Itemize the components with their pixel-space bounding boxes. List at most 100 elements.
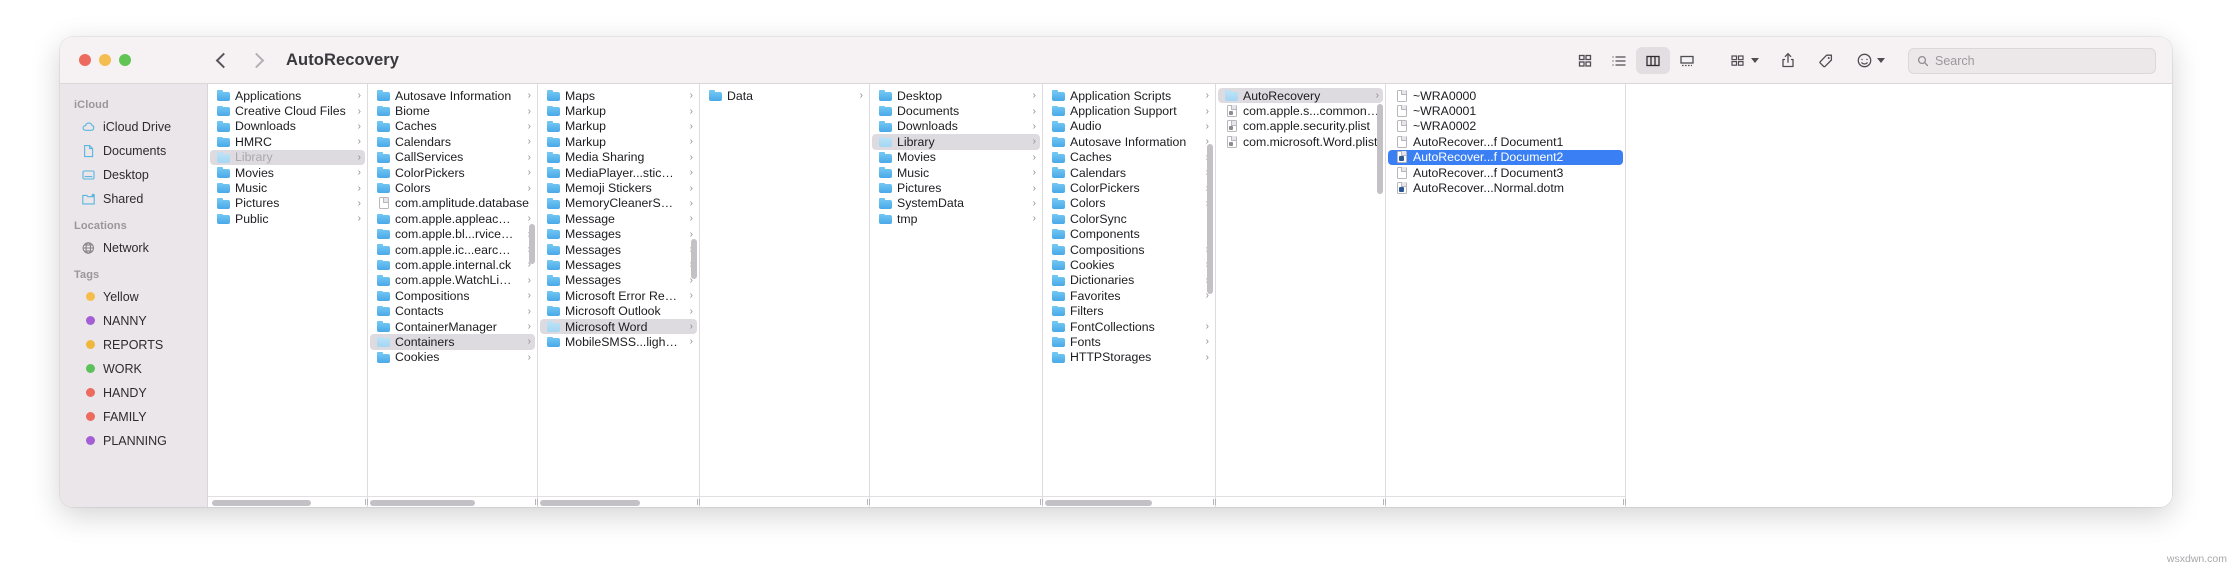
column-row[interactable]: Fonts › — [1045, 334, 1213, 349]
column-row[interactable]: Messages› — [540, 242, 697, 257]
column-row[interactable]: ColorPickers› — [1045, 180, 1213, 195]
column-row[interactable]: ColorPickers› — [370, 165, 535, 180]
column-row[interactable]: Colors› — [1045, 196, 1213, 211]
column-row[interactable]: MemoryCleanerSLauncher › — [540, 196, 697, 211]
sidebar-item-desktop[interactable]: Desktop — [67, 163, 200, 186]
column-row[interactable]: Microsoft Word › — [540, 318, 697, 335]
column-row[interactable]: Markup › — [540, 119, 697, 134]
column-row[interactable]: Applications › — [210, 88, 365, 103]
column-row[interactable]: Library › — [210, 149, 365, 165]
forward-arrow-icon[interactable] — [248, 52, 265, 68]
column-row[interactable]: com.apple.WatchListKit › — [370, 273, 535, 288]
app-support-column-list[interactable]: AutoRecovery › com.apple.s...common.plist c… — [1216, 84, 1385, 496]
column-horizontal-scrollbar[interactable] — [538, 496, 701, 507]
column-row[interactable]: com.apple.security.plist — [1218, 119, 1383, 134]
scrollbar-thumb[interactable] — [540, 499, 641, 506]
column-row[interactable]: HTTPStorages › — [1045, 350, 1213, 365]
share-button[interactable] — [1770, 47, 1806, 74]
column-row[interactable]: com.apple.bl...rvices.cloud› — [370, 227, 535, 242]
back-arrow-icon[interactable] — [215, 52, 232, 68]
column-row[interactable]: ~WRA0000 — [1388, 88, 1623, 103]
column-row[interactable]: Markup › — [540, 103, 697, 118]
column-row[interactable]: Library › — [872, 134, 1040, 150]
column-row[interactable]: Autosave Information › — [1045, 134, 1213, 149]
library-column-list[interactable]: Autosave Information › Biome › Caches › Calend… — [368, 84, 537, 496]
column-row[interactable]: Application Support › — [1045, 103, 1213, 118]
column-vertical-scrollbar-thumb[interactable] — [529, 224, 535, 264]
column-row[interactable]: AutoRecover...f Document2 — [1388, 149, 1623, 165]
column-row[interactable]: Pictures › — [210, 196, 365, 211]
column-row[interactable]: Pictures › — [872, 180, 1040, 195]
column-row[interactable]: AutoRecover...f Document1 — [1388, 134, 1623, 149]
scrollbar-thumb[interactable] — [1045, 499, 1153, 506]
column-row[interactable]: AutoRecover...f Document3 — [1388, 165, 1623, 180]
column-row[interactable]: Message › — [540, 211, 697, 226]
column-row[interactable]: Containers › — [370, 334, 535, 350]
column-row[interactable]: Filters — [1045, 303, 1213, 318]
gallery-view-button[interactable] — [1670, 47, 1704, 74]
sidebar-item-network[interactable]: Network — [67, 236, 200, 259]
column-row[interactable]: FontCollections › — [1045, 319, 1213, 334]
column-row[interactable]: com.amplitude.database — [370, 196, 535, 211]
column-horizontal-scrollbar[interactable] — [1043, 496, 1217, 507]
column-vertical-scrollbar-thumb[interactable] — [1207, 144, 1213, 294]
column-row[interactable]: Autosave Information › — [370, 88, 535, 103]
column-row[interactable]: Public › — [210, 211, 365, 226]
column-row[interactable]: ~WRA0001 — [1388, 103, 1623, 118]
word-container-column-list[interactable]: Data › — [700, 84, 869, 496]
sidebar-item-reports[interactable]: REPORTS — [67, 333, 200, 356]
minimize-button[interactable] — [99, 54, 111, 66]
column-row[interactable]: Cookies› — [370, 350, 535, 365]
more-actions-button[interactable] — [1846, 47, 1894, 74]
group-by-button[interactable] — [1720, 47, 1768, 74]
column-horizontal-scrollbar[interactable] — [1216, 496, 1387, 507]
column-row[interactable]: Memoji Stickers › — [540, 180, 697, 195]
tag-button[interactable] — [1808, 47, 1844, 74]
column-row[interactable]: Components — [1045, 227, 1213, 242]
column-row[interactable]: Messages› — [540, 273, 697, 288]
sidebar-item-handy[interactable]: HANDY — [67, 381, 200, 404]
column-horizontal-scrollbar[interactable] — [870, 496, 1044, 507]
column-row[interactable]: Media Sharing › — [540, 150, 697, 165]
column-vertical-scrollbar-thumb[interactable] — [691, 239, 697, 279]
column-vertical-scrollbar-thumb[interactable] — [1377, 104, 1383, 194]
sidebar-item-yellow[interactable]: Yellow — [67, 285, 200, 308]
column-row[interactable]: AutoRecover...Normal.dotm — [1388, 180, 1623, 195]
column-row[interactable]: Desktop › — [872, 88, 1040, 103]
finder-sidebar[interactable]: iCloud iCloud Drive Documents Desktop Shared… — [60, 84, 208, 507]
column-row[interactable]: Biome › — [370, 103, 535, 118]
sidebar-item-icloud-drive[interactable]: iCloud Drive — [67, 115, 200, 138]
zoom-button[interactable] — [119, 54, 131, 66]
column-row[interactable]: Colors› — [370, 180, 535, 195]
column-row[interactable]: Calendars› — [370, 134, 535, 149]
column-row[interactable]: Dictionaries› — [1045, 273, 1213, 288]
sidebar-item-shared[interactable]: Shared — [67, 187, 200, 210]
data-column-list[interactable]: Desktop › Documents › Downloads › Library › Movi… — [870, 84, 1042, 496]
column-row[interactable]: Microsoft Error Reporting › — [540, 288, 697, 303]
column-row[interactable]: com.apple.appleaccountd › — [370, 211, 535, 226]
column-row[interactable]: Downloads › — [872, 119, 1040, 134]
column-row[interactable]: Movies › — [872, 150, 1040, 165]
column-row[interactable]: ContainerManager › — [370, 319, 535, 334]
column-row[interactable]: Maps › — [540, 88, 697, 103]
sidebar-item-nanny[interactable]: NANNY — [67, 309, 200, 332]
column-row[interactable]: Compositions› — [1045, 242, 1213, 257]
column-row[interactable]: com.microsoft.Word.plist — [1218, 134, 1383, 149]
data-library-column-list[interactable]: Application Scripts › Application Support ›… — [1043, 84, 1215, 496]
column-row[interactable]: Compositions› — [370, 288, 535, 303]
column-row[interactable]: MobileSMSS...lightImporter › — [540, 334, 697, 349]
autorecovery-column-list[interactable]: ~WRA0000 ~WRA0001 ~WRA0002 AutoRecover...f … — [1386, 84, 1625, 496]
column-row[interactable]: Application Scripts › — [1045, 88, 1213, 103]
column-horizontal-scrollbar[interactable] — [368, 496, 539, 507]
column-row[interactable]: SystemData › — [872, 196, 1040, 211]
column-row[interactable]: Cookies› — [1045, 257, 1213, 272]
column-row[interactable]: Markup › — [540, 134, 697, 149]
column-row[interactable]: Data › — [702, 88, 867, 103]
column-resize-handle[interactable] — [1621, 496, 1628, 507]
column-row[interactable]: com.apple.internal.ck › — [370, 257, 535, 272]
column-row[interactable]: Creative Cloud Files › — [210, 103, 365, 118]
column-row[interactable]: Caches› — [1045, 150, 1213, 165]
column-row[interactable]: Calendars› — [1045, 165, 1213, 180]
column-row[interactable]: Contacts › — [370, 303, 535, 318]
column-horizontal-scrollbar[interactable] — [700, 496, 871, 507]
